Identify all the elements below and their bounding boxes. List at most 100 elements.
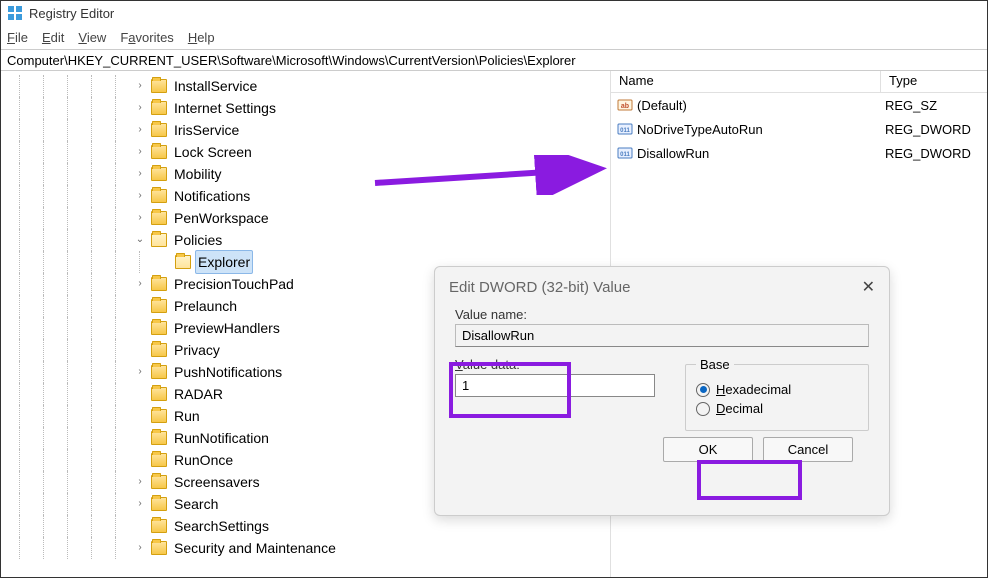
value-name: DisallowRun xyxy=(637,146,885,161)
tree-node-mobility[interactable]: › Mobility xyxy=(13,163,610,185)
folder-icon xyxy=(175,255,191,269)
chevron-right-icon[interactable]: › xyxy=(133,119,147,141)
tree-node-internet-settings[interactable]: › Internet Settings xyxy=(13,97,610,119)
chevron-right-icon[interactable]: › xyxy=(133,141,147,163)
folder-icon xyxy=(151,387,167,401)
folder-icon xyxy=(151,475,167,489)
chevron-right-icon[interactable]: › xyxy=(133,207,147,229)
folder-icon xyxy=(151,497,167,511)
ok-button[interactable]: OK xyxy=(663,437,753,462)
folder-icon xyxy=(151,453,167,467)
dword-icon: 011 xyxy=(617,145,633,161)
chevron-right-icon[interactable]: › xyxy=(133,537,147,559)
column-name[interactable]: Name xyxy=(611,71,881,92)
svg-text:011: 011 xyxy=(620,152,630,158)
folder-icon xyxy=(151,233,167,247)
tree-label: SearchSettings xyxy=(171,515,272,537)
base-legend: Base xyxy=(696,357,734,372)
value-name: NoDriveTypeAutoRun xyxy=(637,122,885,137)
address-text: Computer\HKEY_CURRENT_USER\Software\Micr… xyxy=(7,53,576,68)
tree-node-searchsettings[interactable]: ›SearchSettings xyxy=(13,515,610,537)
menu-view[interactable]: View xyxy=(78,30,106,45)
string-icon: ab xyxy=(617,97,633,113)
value-type: REG_DWORD xyxy=(885,122,971,137)
tree-label: Policies xyxy=(171,229,225,251)
menu-edit[interactable]: Edit xyxy=(42,30,64,45)
folder-icon xyxy=(151,519,167,533)
tree-node-installservice[interactable]: › InstallService xyxy=(13,75,610,97)
radio-dec-icon xyxy=(696,402,710,416)
tree-node-security-and-maintenance[interactable]: › Security and Maintenance xyxy=(13,537,610,559)
tree-label: Explorer xyxy=(195,250,253,274)
dword-icon: 011 xyxy=(617,121,633,137)
tree-label: Mobility xyxy=(171,163,224,185)
tree-label: PrecisionTouchPad xyxy=(171,273,297,295)
radio-hex-icon xyxy=(696,383,710,397)
close-icon[interactable]: ✕ xyxy=(862,277,875,297)
tree-node-irisservice[interactable]: › IrisService xyxy=(13,119,610,141)
value-name-label: Value name: xyxy=(455,307,869,322)
column-type[interactable]: Type xyxy=(881,71,987,92)
svg-text:011: 011 xyxy=(620,128,630,134)
edit-dword-dialog: Edit DWORD (32-bit) Value ✕ Value name: … xyxy=(434,266,890,516)
cancel-button[interactable]: Cancel xyxy=(763,437,853,462)
tree-label: Notifications xyxy=(171,185,253,207)
chevron-right-icon[interactable]: › xyxy=(133,75,147,97)
tree-node-policies[interactable]: ⌄ Policies xyxy=(13,229,610,251)
tree-label: Lock Screen xyxy=(171,141,255,163)
folder-icon xyxy=(151,365,167,379)
menu-file[interactable]: File xyxy=(7,30,28,45)
chevron-down-icon[interactable]: ⌄ xyxy=(133,229,147,251)
value-name: (Default) xyxy=(637,98,885,113)
chevron-right-icon[interactable]: › xyxy=(133,361,147,383)
tree-label: IrisService xyxy=(171,119,242,141)
value-row-disallowrun[interactable]: 011DisallowRunREG_DWORD xyxy=(611,141,987,165)
chevron-right-icon[interactable]: › xyxy=(133,97,147,119)
menu-favorites[interactable]: Favorites xyxy=(120,30,173,45)
window-title: Registry Editor xyxy=(29,6,114,21)
tree-node-lock-screen[interactable]: › Lock Screen xyxy=(13,141,610,163)
folder-icon xyxy=(151,123,167,137)
tree-label: Run xyxy=(171,405,203,427)
svg-text:ab: ab xyxy=(621,103,629,110)
chevron-right-icon[interactable]: › xyxy=(133,493,147,515)
dialog-title: Edit DWORD (32-bit) Value xyxy=(449,279,630,296)
title-bar: Registry Editor xyxy=(1,1,987,25)
folder-icon xyxy=(151,101,167,115)
tree-node-penworkspace[interactable]: › PenWorkspace xyxy=(13,207,610,229)
radio-decimal[interactable]: Decimal xyxy=(696,401,858,416)
chevron-right-icon[interactable]: › xyxy=(133,471,147,493)
tree-label: Privacy xyxy=(171,339,223,361)
value-data-field[interactable]: 1 xyxy=(455,374,655,397)
address-bar[interactable]: Computer\HKEY_CURRENT_USER\Software\Micr… xyxy=(1,49,987,71)
menu-help[interactable]: Help xyxy=(188,30,215,45)
tree-label: Security and Maintenance xyxy=(171,537,339,559)
tree-node-notifications[interactable]: › Notifications xyxy=(13,185,610,207)
chevron-right-icon[interactable]: › xyxy=(133,185,147,207)
tree-label: PreviewHandlers xyxy=(171,317,283,339)
chevron-right-icon[interactable]: › xyxy=(133,273,147,295)
folder-icon xyxy=(151,343,167,357)
tree-label: Prelaunch xyxy=(171,295,240,317)
folder-icon xyxy=(151,145,167,159)
folder-icon xyxy=(151,277,167,291)
tree-label: RADAR xyxy=(171,383,226,405)
folder-icon xyxy=(151,211,167,225)
chevron-right-icon[interactable]: › xyxy=(133,163,147,185)
value-data-label: Value data: xyxy=(455,357,655,372)
tree-label: InstallService xyxy=(171,75,260,97)
tree-label: RunOnce xyxy=(171,449,236,471)
tree-label: Search xyxy=(171,493,221,515)
tree-label: Internet Settings xyxy=(171,97,279,119)
folder-icon xyxy=(151,431,167,445)
value-type: REG_SZ xyxy=(885,98,937,113)
regedit-icon xyxy=(7,5,23,21)
value-name-field[interactable]: DisallowRun xyxy=(455,324,869,347)
value-row-default[interactable]: ab (Default)REG_SZ xyxy=(611,93,987,117)
radio-hexadecimal[interactable]: Hexadecimal xyxy=(696,382,858,397)
tree-label: PushNotifications xyxy=(171,361,285,383)
tree-label: PenWorkspace xyxy=(171,207,272,229)
value-row-nodrivetypeautorun[interactable]: 011 NoDriveTypeAutoRunREG_DWORD xyxy=(611,117,987,141)
folder-icon xyxy=(151,189,167,203)
folder-icon xyxy=(151,321,167,335)
